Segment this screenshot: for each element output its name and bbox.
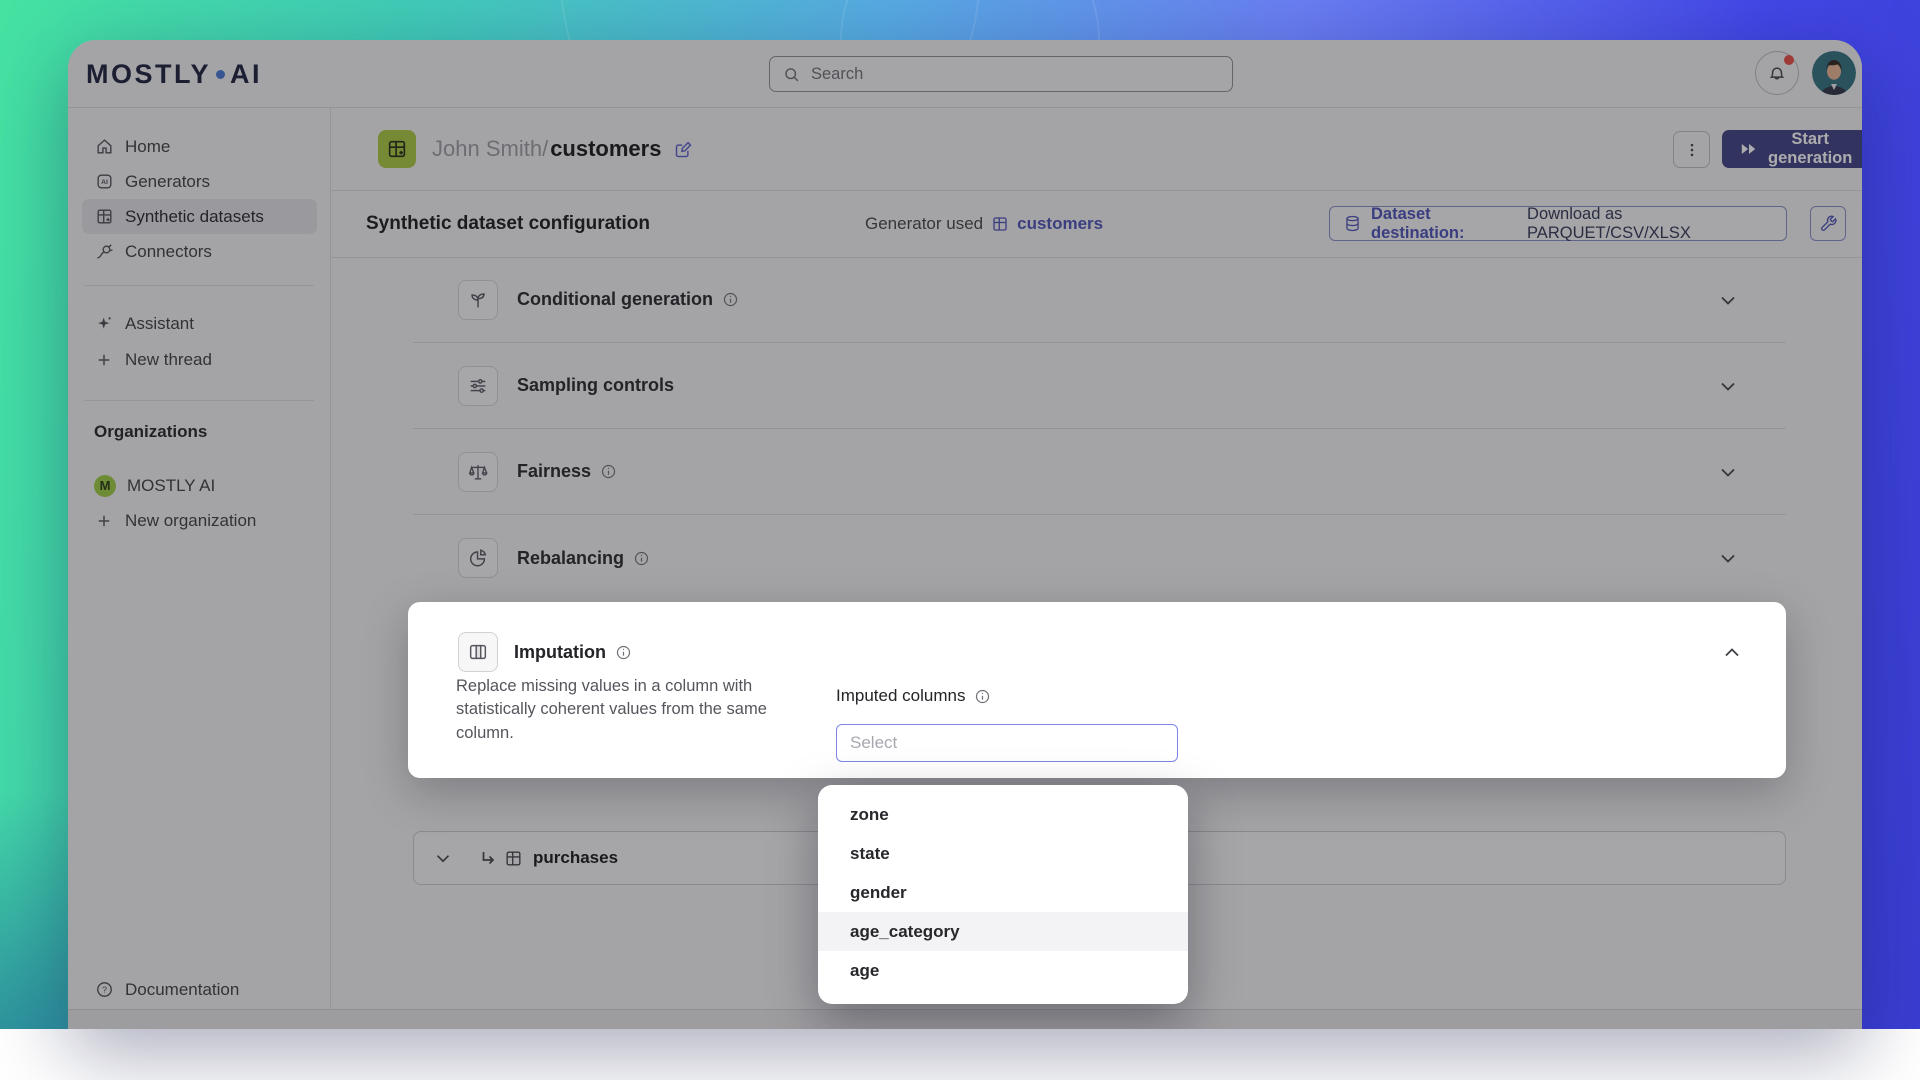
imputation-header[interactable]: Imputation [458, 632, 632, 672]
imputation-icon [458, 632, 498, 672]
dropdown-option-age[interactable]: age [818, 951, 1188, 990]
dropdown-option-gender[interactable]: gender [818, 873, 1188, 912]
imputed-columns-input[interactable] [837, 733, 1177, 753]
imputed-columns-label: Imputed columns [836, 686, 965, 706]
dropdown-option-age-category[interactable]: age_category [818, 912, 1188, 951]
dropdown-option-zone[interactable]: zone [818, 795, 1188, 834]
imputation-description: Replace missing values in a column with … [456, 675, 768, 745]
imputed-columns-dropdown: zone state gender age_category age [818, 785, 1188, 1004]
chevron-up-icon[interactable] [1720, 641, 1744, 665]
imputed-columns-select[interactable] [836, 724, 1178, 762]
imputation-title: Imputation [514, 642, 606, 663]
info-icon[interactable] [974, 688, 991, 705]
app-window: MOSTLY AI [68, 40, 1862, 1029]
dropdown-option-state[interactable]: state [818, 834, 1188, 873]
section-imputation-expanded: Imputation Replace missing values in a c… [408, 602, 1786, 778]
info-icon[interactable] [615, 644, 632, 661]
imputed-columns-label-row: Imputed columns [836, 686, 991, 706]
